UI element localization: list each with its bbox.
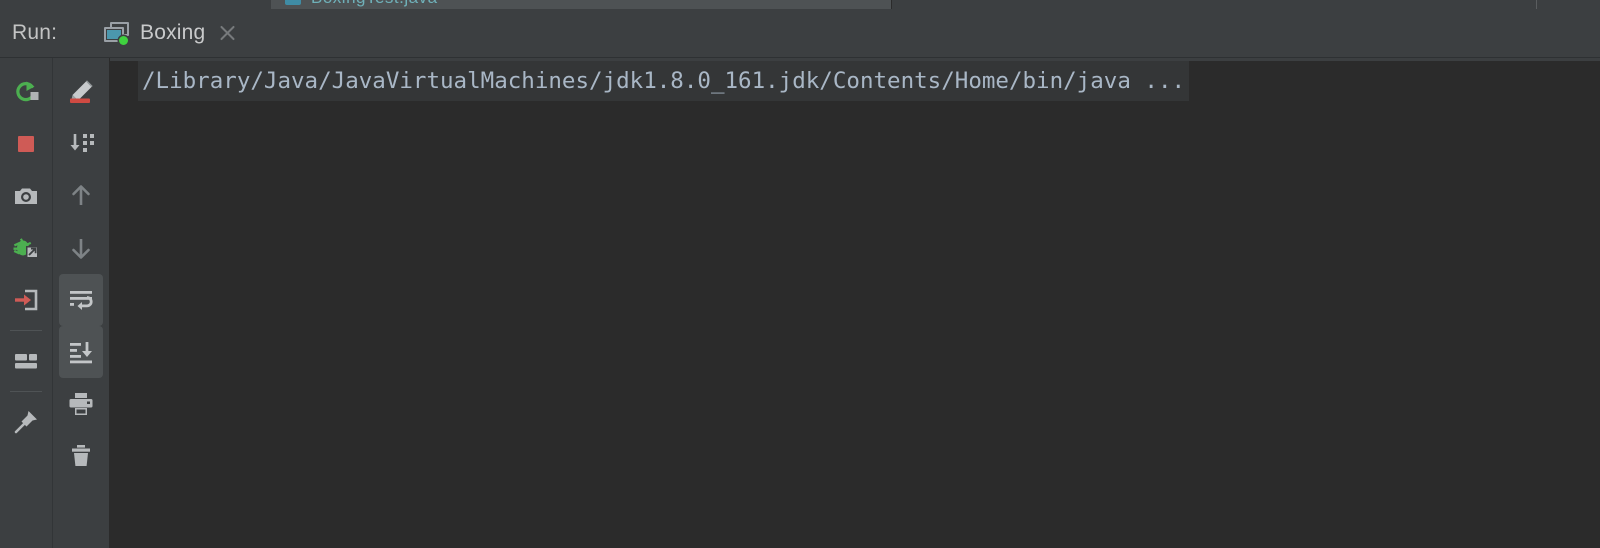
close-icon[interactable]	[219, 24, 237, 42]
run-tool-window: BoxingTest.java Run: Boxing	[0, 0, 1600, 548]
arrow-up-icon	[72, 185, 90, 205]
editor-strip-right-edge	[1536, 0, 1537, 9]
debug-restore-button[interactable]	[4, 222, 48, 274]
editor-tab-label: BoxingTest.java	[311, 0, 438, 8]
import-button[interactable]	[4, 274, 48, 326]
run-label: Run:	[12, 21, 58, 44]
print-button[interactable]	[59, 378, 103, 430]
layout-icon	[15, 354, 37, 369]
editor-strip-divider	[891, 0, 892, 9]
editor-tab-strip: BoxingTest.java	[0, 0, 1600, 9]
trash-icon	[72, 445, 90, 466]
printer-icon	[69, 393, 93, 415]
console-command-line: /Library/Java/JavaVirtualMachines/jdk1.8…	[138, 61, 1190, 101]
scroll-to-end-icon	[70, 342, 92, 364]
toolbar-separator	[10, 330, 42, 331]
camera-icon	[15, 188, 37, 204]
console-output[interactable]: /Library/Java/JavaVirtualMachines/jdk1.8…	[110, 58, 1600, 548]
highlight-button[interactable]	[59, 66, 103, 118]
bug-export-icon	[13, 238, 37, 257]
layout-button[interactable]	[4, 335, 48, 387]
filter-button[interactable]	[59, 118, 103, 170]
prev-occurrence-button[interactable]	[59, 170, 103, 222]
camera-button[interactable]	[4, 170, 48, 222]
next-occurrence-button[interactable]	[59, 222, 103, 274]
pen-highlight-icon	[70, 80, 93, 103]
clear-all-button[interactable]	[59, 430, 103, 482]
run-tool-window-header: Run: Boxing	[0, 9, 1600, 66]
soft-wrap-icon	[70, 291, 93, 310]
run-tab-label: Boxing	[140, 21, 206, 44]
java-file-icon	[285, 0, 301, 5]
pin-icon	[14, 411, 37, 434]
run-tab-boxing[interactable]: Boxing	[82, 9, 251, 57]
import-arrow-icon	[15, 289, 38, 311]
sort-filter-icon	[70, 134, 94, 152]
stop-button[interactable]	[4, 118, 48, 170]
run-configuration-icon	[104, 22, 130, 45]
rerun-icon	[16, 81, 39, 102]
stop-icon	[18, 136, 34, 152]
rerun-button[interactable]	[4, 66, 48, 118]
soft-wrap-button[interactable]	[59, 274, 103, 326]
scroll-to-end-button[interactable]	[59, 326, 103, 378]
pin-button[interactable]	[4, 396, 48, 448]
run-status-dot	[119, 36, 128, 45]
console-actions-toolbar	[53, 58, 109, 548]
toolbar-separator	[10, 391, 42, 392]
run-actions-toolbar	[0, 58, 52, 548]
arrow-down-icon	[72, 239, 90, 259]
